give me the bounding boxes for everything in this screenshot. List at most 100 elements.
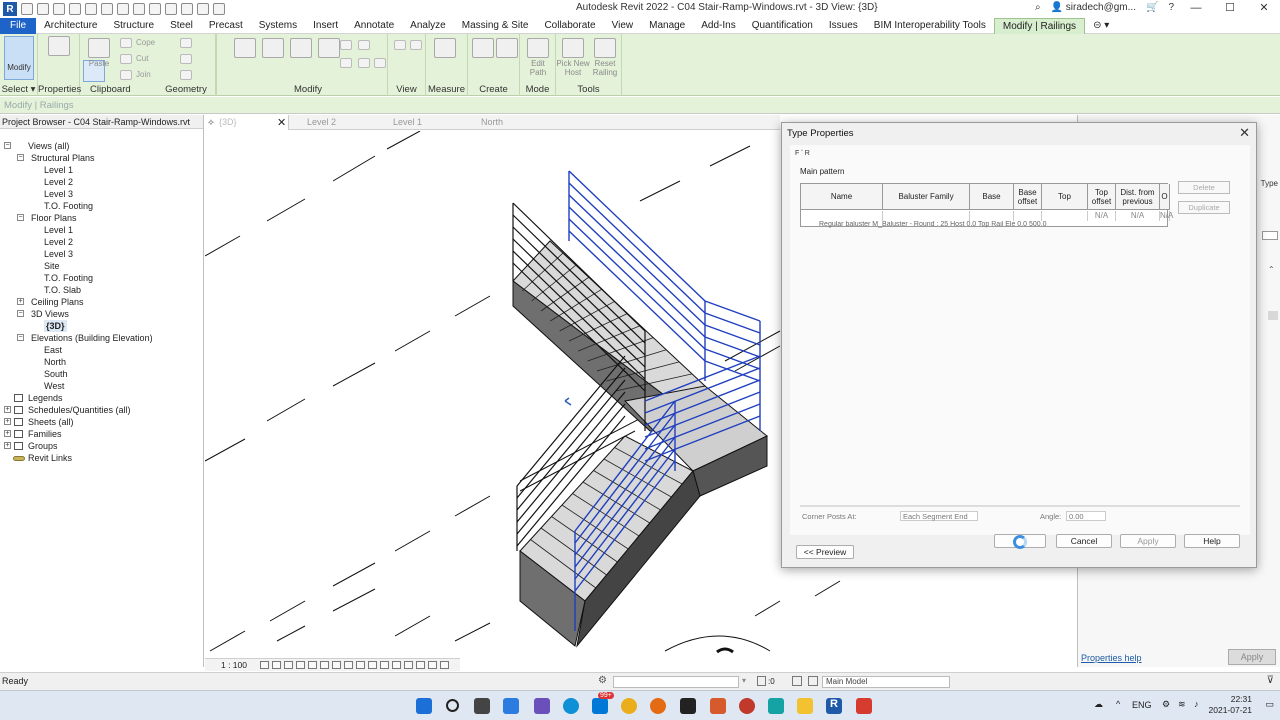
delete-button[interactable]: Delete bbox=[1178, 181, 1230, 194]
expand-icon[interactable]: + bbox=[4, 430, 11, 437]
help-icon[interactable]: ? bbox=[1168, 2, 1174, 13]
view-tab-north[interactable]: North bbox=[467, 115, 547, 130]
create-group-icon[interactable] bbox=[496, 38, 518, 58]
table-cell[interactable] bbox=[883, 211, 970, 221]
language-indicator[interactable]: ENG bbox=[1132, 700, 1152, 710]
browser-node[interactable]: Schedules/Quantities (all) bbox=[28, 404, 131, 416]
modify-button[interactable]: Modify bbox=[4, 36, 34, 80]
tab-file[interactable]: File bbox=[0, 17, 37, 34]
undo-icon[interactable] bbox=[69, 3, 81, 15]
browser-node[interactable]: South bbox=[44, 368, 68, 380]
detail-level-icon[interactable] bbox=[260, 661, 269, 669]
revit-logo-icon[interactable]: R bbox=[3, 2, 17, 16]
corner-posts-select[interactable]: Each Segment End bbox=[900, 511, 978, 521]
worksharing-icon[interactable] bbox=[380, 661, 389, 669]
search-icon[interactable]: ⌕ bbox=[1035, 2, 1041, 13]
table-row[interactable]: Regular baluster M_Baluster - Round : 25… bbox=[819, 221, 1169, 228]
browser-node[interactable]: Structural Plans bbox=[31, 152, 95, 164]
offset-icon[interactable] bbox=[262, 38, 284, 58]
clock[interactable]: 22:31 2021-07-21 bbox=[1209, 694, 1252, 716]
constraints-icon[interactable] bbox=[404, 661, 413, 669]
tab-collaborate[interactable]: Collaborate bbox=[536, 18, 603, 34]
column-header[interactable]: Top bbox=[1042, 184, 1088, 210]
properties-toggle-icon[interactable] bbox=[440, 661, 449, 669]
help-button[interactable]: Help bbox=[1184, 534, 1240, 548]
angle-input[interactable]: 0.00 bbox=[1066, 511, 1106, 521]
view-tab-3d[interactable]: ⟡ {3D} ✕ bbox=[205, 115, 289, 130]
visual-style-icon[interactable] bbox=[272, 661, 281, 669]
nvidia-icon[interactable] bbox=[680, 698, 696, 714]
duplicate-button[interactable]: Duplicate bbox=[1178, 201, 1230, 214]
browser-node[interactable]: Level 2 bbox=[44, 176, 73, 188]
browser-node[interactable]: East bbox=[44, 344, 62, 356]
tab-massing-site[interactable]: Massing & Site bbox=[454, 18, 537, 34]
tab-add-ins[interactable]: Add-Ins bbox=[693, 18, 743, 34]
copy-element-icon[interactable] bbox=[340, 40, 352, 50]
browser-node[interactable]: Level 1 bbox=[44, 224, 73, 236]
table-cell[interactable]: N/A bbox=[1160, 211, 1173, 221]
user-account[interactable]: 👤 siradech@gm... bbox=[1051, 2, 1136, 13]
text-icon[interactable] bbox=[133, 3, 145, 15]
edge-icon[interactable] bbox=[563, 698, 579, 714]
column-header[interactable]: Base offset bbox=[1014, 184, 1042, 210]
open-icon[interactable] bbox=[21, 3, 33, 15]
column-header[interactable]: Dist. from previous bbox=[1116, 184, 1160, 210]
save-icon[interactable] bbox=[37, 3, 49, 15]
browser-node[interactable]: {3D} bbox=[44, 320, 67, 332]
highlight-icon[interactable] bbox=[416, 661, 425, 669]
app-icon[interactable] bbox=[710, 698, 726, 714]
preview-button[interactable]: << Preview bbox=[796, 545, 854, 559]
edit-path-button[interactable]: Edit Path bbox=[524, 38, 552, 77]
table-cell[interactable] bbox=[1014, 211, 1042, 221]
table-cell[interactable] bbox=[801, 211, 883, 221]
browser-node[interactable]: North bbox=[44, 356, 66, 368]
tab-modify-railings[interactable]: Modify | Railings bbox=[993, 17, 1086, 34]
column-header[interactable]: O bbox=[1160, 184, 1170, 210]
file-explorer-icon[interactable] bbox=[797, 698, 813, 714]
browser-node[interactable]: Site bbox=[44, 260, 60, 272]
column-header[interactable]: Base bbox=[970, 184, 1014, 210]
windows-start-icon[interactable] bbox=[416, 698, 432, 714]
close-tab-icon[interactable]: ✕ bbox=[277, 116, 286, 131]
browser-node[interactable]: Revit Links bbox=[28, 452, 72, 464]
cancel-button[interactable]: Cancel bbox=[1056, 534, 1112, 548]
sync-icon[interactable] bbox=[53, 3, 65, 15]
onedrive-icon[interactable]: ⚙ bbox=[1162, 699, 1170, 710]
thin-lines-icon[interactable] bbox=[181, 3, 193, 15]
tab-manage[interactable]: Manage bbox=[641, 18, 693, 34]
hide-icon[interactable] bbox=[394, 40, 406, 50]
chrome-icon[interactable] bbox=[621, 698, 637, 714]
paint-icon[interactable] bbox=[180, 70, 192, 80]
main-pattern-table[interactable]: Name Baluster Family Base Base offset Top Top… bbox=[800, 183, 1173, 228]
render-icon[interactable] bbox=[308, 661, 317, 669]
tab-architecture[interactable]: Architecture bbox=[36, 18, 105, 34]
tab-steel[interactable]: Steel bbox=[162, 18, 201, 34]
reset-railing-button[interactable]: Reset Railing bbox=[590, 38, 620, 77]
close-window-button[interactable]: ✕ bbox=[1252, 1, 1276, 14]
collapse-icon[interactable]: − bbox=[17, 154, 24, 161]
browser-node[interactable]: Families bbox=[28, 428, 62, 440]
tab-analyze[interactable]: Analyze bbox=[402, 18, 454, 34]
column-header[interactable]: Name bbox=[801, 184, 883, 210]
select-label[interactable]: Select ▾ bbox=[0, 84, 37, 95]
browser-node[interactable]: Level 3 bbox=[44, 188, 73, 200]
pin-app-icon[interactable] bbox=[739, 698, 755, 714]
notifications-icon[interactable]: ▭ bbox=[1265, 699, 1274, 710]
type-selector[interactable] bbox=[1262, 231, 1278, 240]
contextual-tab-icon[interactable]: ⊝ ▾ bbox=[1085, 18, 1117, 34]
browser-node[interactable]: Level 2 bbox=[44, 236, 73, 248]
collapse-icon[interactable]: − bbox=[17, 214, 24, 221]
firefox-icon[interactable] bbox=[650, 698, 666, 714]
close-hidden-icon[interactable] bbox=[197, 3, 209, 15]
dialog-close-icon[interactable]: ✕ bbox=[1239, 125, 1250, 141]
cope-label[interactable]: Cope bbox=[136, 38, 155, 47]
browser-node[interactable]: T.O. Footing bbox=[44, 200, 93, 212]
browser-node[interactable]: T.O. Slab bbox=[44, 284, 81, 296]
volume-icon[interactable]: ♪ bbox=[1194, 699, 1199, 709]
geometry-icon[interactable] bbox=[180, 38, 192, 48]
cut-icon[interactable] bbox=[120, 38, 132, 48]
mirror-icon[interactable] bbox=[290, 38, 312, 58]
table-cell[interactable]: N/A bbox=[1116, 211, 1160, 221]
expand-icon[interactable]: ⌃ bbox=[1268, 265, 1278, 274]
browser-node[interactable]: Level 3 bbox=[44, 248, 73, 260]
